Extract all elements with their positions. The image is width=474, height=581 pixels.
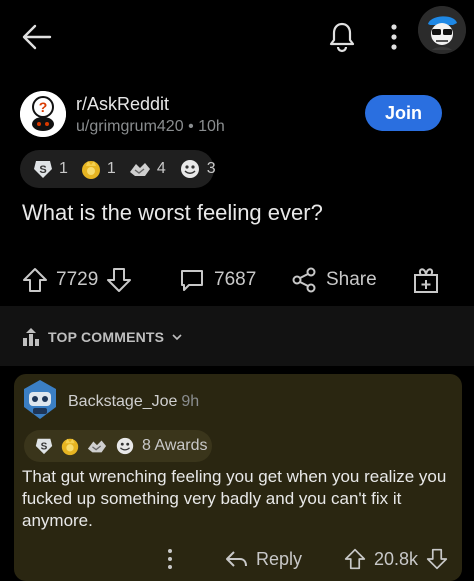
comment-count: 7687	[214, 269, 257, 290]
silver-award-icon: S	[34, 161, 52, 178]
award-count: 1	[59, 160, 68, 177]
svg-text:?: ?	[39, 99, 48, 115]
share-icon	[292, 267, 316, 293]
gold-award-icon	[81, 161, 100, 179]
vote-count: 7729	[56, 269, 99, 290]
silver-award-icon: S	[35, 438, 53, 455]
award-helpful: 3	[178, 158, 216, 180]
share-button[interactable]: Share	[290, 258, 377, 302]
downvote-icon[interactable]	[426, 547, 448, 571]
award-count: 4	[156, 160, 166, 177]
svg-text:S: S	[41, 442, 48, 453]
comment-awards[interactable]: S 8 Awards	[24, 430, 212, 462]
comment-vote-group: 20.8k	[344, 542, 448, 576]
more-options-icon	[168, 549, 172, 569]
gift-icon	[414, 268, 438, 293]
award-count: 1	[106, 160, 116, 177]
post-title: What is the worst feeling ever?	[22, 200, 323, 225]
downvote-icon[interactable]	[106, 266, 132, 294]
awards-count-label: 8 Awards	[142, 437, 208, 454]
comment-actions: Reply 20.8k	[14, 542, 462, 576]
comment-card: Backstage_Joe 9h S 8 Awards That gut wren…	[14, 374, 462, 581]
comment-age: 9h	[181, 393, 200, 410]
award-gold: 1	[80, 158, 116, 180]
sort-dropdown[interactable]: TOP COMMENTS	[22, 328, 184, 346]
post-author[interactable]: u/grimgrum420	[76, 118, 184, 135]
upvote-icon[interactable]	[22, 266, 48, 294]
reply-label: Reply	[256, 548, 303, 569]
commenter-avatar[interactable]	[20, 378, 60, 422]
helpful-award-icon	[116, 437, 134, 455]
subreddit-icon[interactable]: ?	[20, 91, 66, 137]
award-silver: S 1	[32, 158, 68, 180]
reply-button[interactable]: Reply	[224, 542, 302, 576]
subreddit-name[interactable]: r/AskReddit	[76, 94, 169, 115]
award-button[interactable]	[412, 258, 440, 302]
comment-body: That gut wrenching feeling you get when …	[22, 467, 447, 530]
sort-label: TOP COMMENTS	[48, 329, 165, 345]
post-meta: u/grimgrum420 • 10h	[76, 118, 225, 136]
post-awards[interactable]: S 1 1 4 3	[20, 150, 216, 188]
comment-more-options[interactable]	[164, 542, 176, 576]
comment-username[interactable]: Backstage_Joe	[68, 393, 177, 410]
wholesome-award-icon	[129, 163, 150, 176]
comment-header: Backstage_Joe 9h	[68, 393, 199, 411]
top-sort-icon	[23, 328, 39, 346]
gold-award-icon	[61, 438, 79, 456]
upvote-icon[interactable]	[344, 547, 366, 571]
post-age: 10h	[198, 118, 225, 135]
comment-vote-count: 20.8k	[374, 548, 419, 569]
back-arrow-icon[interactable]	[20, 20, 54, 54]
notification-bell-icon[interactable]	[327, 20, 357, 54]
more-options-icon[interactable]	[386, 22, 402, 52]
comments-button[interactable]: 7687	[178, 258, 256, 302]
helpful-award-icon	[180, 160, 199, 178]
svg-text:S: S	[39, 164, 46, 176]
user-avatar[interactable]	[418, 6, 466, 54]
share-label: Share	[326, 269, 377, 290]
join-button[interactable]: Join	[365, 95, 442, 131]
post-actions: 7729 7687 Share	[0, 258, 474, 302]
comments-section-header: TOP COMMENTS	[0, 306, 474, 366]
reply-icon	[226, 551, 247, 567]
vote-group: 7729	[22, 258, 132, 302]
award-count: 3	[206, 160, 216, 177]
top-bar	[0, 0, 474, 78]
wholesome-award-icon	[87, 440, 107, 453]
chevron-down-icon	[172, 334, 182, 341]
comment-icon	[181, 270, 203, 291]
award-wholesome: 4	[128, 158, 166, 180]
meta-separator: •	[188, 118, 194, 135]
